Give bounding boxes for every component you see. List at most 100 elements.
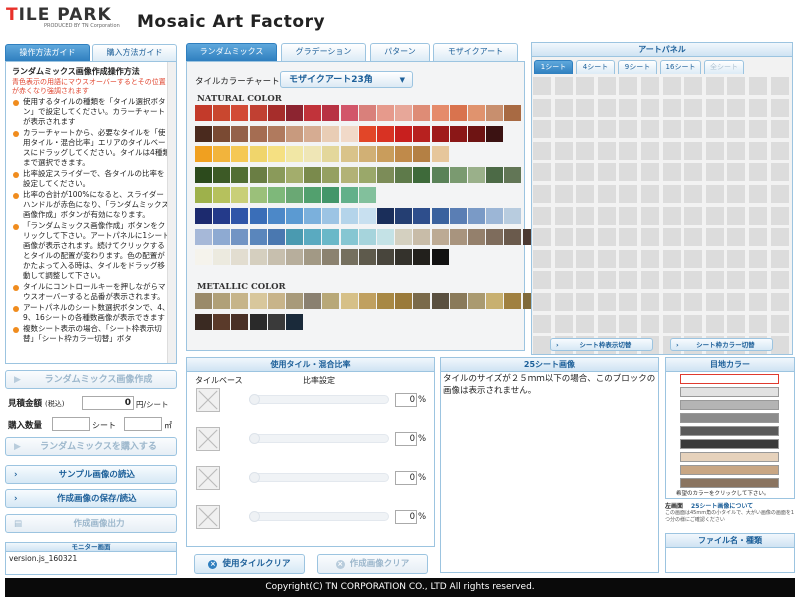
natural-tile-swatch[interactable] [504, 166, 522, 183]
clear-image-button[interactable]: × 作成画像クリア [317, 554, 428, 574]
natural-tile-swatch[interactable] [468, 166, 485, 183]
natural-tile-swatch[interactable] [358, 166, 376, 183]
art-cell[interactable] [770, 293, 789, 311]
art-cell[interactable] [597, 163, 616, 182]
art-cell[interactable] [576, 98, 595, 117]
art-cell[interactable] [705, 163, 724, 182]
ratio-slider[interactable] [249, 395, 389, 404]
art-cell[interactable] [554, 314, 573, 333]
sheet-frame-color-button[interactable]: › シート枠カラー切替 [670, 338, 773, 351]
tab-pattern[interactable]: パターン [370, 43, 430, 61]
art-cell[interactable] [770, 77, 789, 95]
art-cell[interactable] [705, 185, 724, 203]
art-cell[interactable] [597, 206, 616, 225]
natural-tile-swatch[interactable] [340, 228, 358, 245]
natural-tile-swatch[interactable] [213, 166, 231, 183]
grout-color-swatch[interactable] [680, 400, 779, 410]
natural-tile-swatch[interactable] [213, 187, 231, 204]
natural-tile-swatch[interactable] [449, 125, 467, 142]
metallic-tile-swatch[interactable] [449, 293, 467, 309]
natural-tile-swatch[interactable] [431, 146, 449, 163]
art-cell[interactable] [749, 206, 767, 225]
art-cell[interactable] [554, 249, 573, 268]
grout-color-swatch[interactable] [680, 387, 779, 397]
art-cell[interactable] [619, 141, 638, 160]
grout-color-swatch[interactable] [680, 413, 779, 423]
art-cell[interactable] [641, 141, 659, 160]
natural-tile-swatch[interactable] [449, 105, 467, 121]
art-cell[interactable] [619, 228, 638, 247]
art-cell[interactable] [597, 98, 616, 117]
natural-tile-swatch[interactable] [231, 166, 249, 183]
natural-tile-swatch[interactable] [249, 228, 267, 245]
art-cell[interactable] [770, 120, 789, 139]
grout-color-swatch[interactable] [680, 465, 779, 475]
natural-tile-swatch[interactable] [213, 249, 231, 266]
ratio-slider[interactable] [249, 473, 389, 482]
art-cell[interactable] [705, 293, 724, 311]
art-cell[interactable] [662, 249, 681, 268]
natural-tile-swatch[interactable] [395, 208, 413, 224]
natural-tile-swatch[interactable] [377, 228, 394, 245]
buy-mix-button[interactable]: ▶ ランダムミックスを購入する [5, 437, 177, 456]
metallic-tile-swatch[interactable] [486, 293, 504, 309]
art-cell[interactable] [641, 120, 659, 139]
metallic-tile-swatch[interactable] [431, 293, 449, 309]
natural-tile-swatch[interactable] [413, 125, 431, 142]
art-cell[interactable] [684, 228, 703, 247]
natural-tile-swatch[interactable] [322, 146, 340, 163]
natural-tile-swatch[interactable] [195, 146, 212, 163]
natural-tile-swatch[interactable] [249, 208, 267, 224]
sample-load-button[interactable]: › サンプル画像の読込 [5, 465, 177, 484]
natural-tile-swatch[interactable] [486, 228, 504, 245]
art-cell[interactable] [684, 77, 703, 95]
ratio-value[interactable]: 0 [395, 393, 417, 407]
natural-tile-swatch[interactable] [286, 249, 303, 266]
art-cell[interactable] [576, 314, 595, 333]
metallic-tile-swatch[interactable] [267, 293, 285, 309]
art-cell[interactable] [770, 185, 789, 203]
natural-tile-swatch[interactable] [395, 166, 413, 183]
natural-tile-swatch[interactable] [395, 249, 413, 266]
art-cell[interactable] [705, 249, 724, 268]
natural-tile-swatch[interactable] [213, 208, 231, 224]
grout-color-swatch[interactable] [680, 439, 779, 449]
art-cell[interactable] [619, 293, 638, 311]
natural-tile-swatch[interactable] [249, 166, 267, 183]
art-cell[interactable] [749, 77, 767, 95]
natural-tile-swatch[interactable] [358, 187, 376, 204]
natural-tile-swatch[interactable] [231, 105, 249, 121]
art-cell[interactable] [533, 98, 551, 117]
art-cell[interactable] [662, 206, 681, 225]
art-cell[interactable] [770, 271, 789, 290]
natural-tile-swatch[interactable] [267, 125, 285, 142]
art-cell[interactable] [554, 141, 573, 160]
natural-tile-swatch[interactable] [468, 208, 485, 224]
sheet-tab-1[interactable]: 1シート [534, 60, 573, 74]
art-cell[interactable] [576, 293, 595, 311]
metallic-tile-swatch[interactable] [304, 293, 322, 309]
qty-area-input[interactable] [124, 417, 162, 431]
art-cell[interactable] [727, 141, 746, 160]
art-cell[interactable] [554, 185, 573, 203]
art-cell[interactable] [597, 185, 616, 203]
natural-tile-swatch[interactable] [286, 166, 303, 183]
art-cell[interactable] [749, 249, 767, 268]
natural-tile-swatch[interactable] [340, 249, 358, 266]
natural-tile-swatch[interactable] [395, 146, 413, 163]
metallic-tile-swatch[interactable] [468, 293, 485, 309]
art-cell[interactable] [641, 314, 659, 333]
natural-tile-swatch[interactable] [195, 166, 212, 183]
natural-tile-swatch[interactable] [231, 208, 249, 224]
art-cell[interactable] [770, 314, 789, 333]
natural-tile-swatch[interactable] [340, 146, 358, 163]
art-cell[interactable] [684, 271, 703, 290]
metallic-tile-swatch[interactable] [358, 293, 376, 309]
save-load-button[interactable]: › 作成画像の保存/読込 [5, 489, 177, 508]
natural-tile-swatch[interactable] [267, 166, 285, 183]
art-cell[interactable] [597, 293, 616, 311]
art-cell[interactable] [576, 141, 595, 160]
art-cell[interactable] [533, 141, 551, 160]
tab-mosaic-art[interactable]: モザイクアート [433, 43, 518, 61]
art-cell[interactable] [770, 163, 789, 182]
